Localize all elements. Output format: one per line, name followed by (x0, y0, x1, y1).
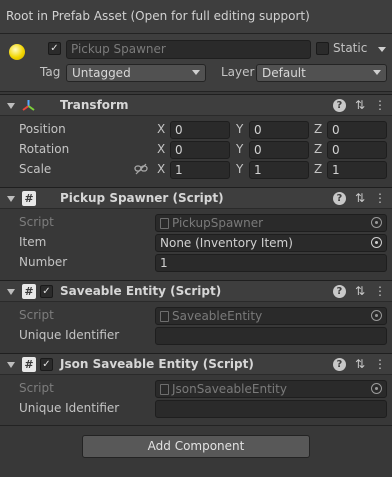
script-icon: # (22, 357, 36, 372)
object-picker-icon (371, 217, 382, 228)
rotation-label: Rotation (19, 142, 70, 156)
presets-icon[interactable]: ⇅ (355, 98, 365, 112)
help-icon[interactable]: ? (332, 285, 346, 298)
unique-identifier-label: Unique Identifier (19, 401, 120, 415)
axis-x-label: X (157, 122, 166, 136)
script-label: Script (19, 215, 54, 229)
more-icon[interactable]: ⋮ (374, 98, 386, 112)
layer-dropdown[interactable]: Default (256, 64, 387, 82)
help-icon[interactable]: ? (332, 358, 346, 371)
static-checkbox[interactable] (316, 42, 329, 55)
script-icon: # (22, 191, 36, 206)
unique-identifier-field[interactable] (155, 400, 387, 418)
axis-z-label: Z (314, 122, 323, 136)
gameobject-name-field[interactable]: Pickup Spawner (66, 40, 311, 59)
foldout-arrow-icon[interactable] (7, 196, 15, 202)
axis-x-label: X (157, 162, 166, 176)
rotation-x-field[interactable]: 0 (170, 141, 230, 159)
axis-x-label: X (157, 142, 166, 156)
gameobject-header: ✓ Pickup Spawner Static Tag Untagged Lay… (0, 34, 392, 92)
check-icon: ✓ (50, 42, 59, 54)
scale-y-field[interactable]: 1 (249, 161, 309, 179)
transform-icon (21, 99, 36, 112)
pickup-spawner-header[interactable]: # Pickup Spawner (Script) ? ⇅ ⋮ (0, 187, 392, 209)
transform-header[interactable]: Transform ? ⇅ ⋮ (0, 94, 392, 116)
help-icon[interactable]: ? (332, 99, 346, 112)
scale-label: Scale (19, 162, 52, 176)
script-file-icon (160, 311, 169, 322)
foldout-arrow-icon[interactable] (7, 103, 15, 109)
component-title: Saveable Entity (Script) (60, 284, 222, 298)
scale-x-field[interactable]: 1 (170, 161, 230, 179)
position-label: Position (19, 122, 66, 136)
enabled-checkbox[interactable]: ✓ (40, 358, 53, 371)
prefab-banner: Root in Prefab Asset (Open for full edit… (0, 0, 392, 34)
chevron-down-icon (373, 70, 381, 75)
rotation-y-field[interactable]: 0 (249, 141, 309, 159)
check-icon: ✓ (42, 358, 51, 370)
object-picker-icon (371, 383, 382, 394)
unique-identifier-field[interactable] (155, 327, 387, 345)
more-icon[interactable]: ⋮ (374, 357, 386, 371)
chevron-down-icon (192, 70, 200, 75)
static-dropdown-arrow[interactable] (378, 47, 386, 52)
position-z-field[interactable]: 0 (327, 121, 387, 139)
presets-icon[interactable]: ⇅ (355, 191, 365, 205)
check-icon: ✓ (42, 285, 51, 297)
constrain-proportions-icon[interactable] (134, 163, 148, 175)
presets-icon[interactable]: ⇅ (355, 357, 365, 371)
scale-z-field[interactable]: 1 (327, 161, 387, 179)
object-picker-icon (371, 310, 382, 321)
json-saveable-entity-header[interactable]: # ✓ Json Saveable Entity (Script) ? ⇅ ⋮ (0, 353, 392, 375)
script-field: JsonSaveableEntity (155, 380, 387, 398)
position-y-field[interactable]: 0 (249, 121, 309, 139)
script-file-icon (160, 384, 169, 395)
foldout-arrow-icon[interactable] (7, 289, 15, 295)
axis-y-label: Y (236, 142, 244, 156)
item-field[interactable]: None (Inventory Item) (155, 234, 387, 252)
component-title: Transform (60, 98, 129, 112)
active-checkbox[interactable]: ✓ (48, 42, 61, 55)
add-component-button[interactable]: Add Component (82, 435, 310, 458)
number-field[interactable]: 1 (155, 254, 387, 272)
unique-identifier-label: Unique Identifier (19, 328, 120, 342)
number-label: Number (19, 255, 68, 269)
axis-y-label: Y (236, 122, 244, 136)
component-title: Pickup Spawner (Script) (60, 191, 224, 205)
item-label: Item (19, 235, 47, 249)
layer-label: Layer (221, 65, 255, 79)
prefab-banner-text: Root in Prefab Asset (Open for full edit… (6, 9, 310, 23)
gameobject-icon (9, 44, 25, 60)
tag-dropdown[interactable]: Untagged (66, 64, 206, 82)
divider (0, 425, 392, 426)
tag-label: Tag (40, 65, 61, 79)
enabled-checkbox[interactable]: ✓ (40, 285, 53, 298)
axis-y-label: Y (236, 162, 244, 176)
axis-z-label: Z (314, 142, 323, 156)
static-label: Static (333, 41, 368, 55)
help-icon[interactable]: ? (332, 192, 346, 205)
foldout-arrow-icon[interactable] (7, 362, 15, 368)
rotation-z-field[interactable]: 0 (327, 141, 387, 159)
saveable-entity-header[interactable]: # ✓ Saveable Entity (Script) ? ⇅ ⋮ (0, 280, 392, 302)
script-file-icon (160, 218, 169, 229)
script-label: Script (19, 381, 54, 395)
script-label: Script (19, 308, 54, 322)
more-icon[interactable]: ⋮ (374, 284, 386, 298)
axis-z-label: Z (314, 162, 323, 176)
position-x-field[interactable]: 0 (170, 121, 230, 139)
component-title: Json Saveable Entity (Script) (60, 357, 254, 371)
presets-icon[interactable]: ⇅ (355, 284, 365, 298)
script-field: PickupSpawner (155, 214, 387, 232)
script-field: SaveableEntity (155, 307, 387, 325)
object-picker-icon[interactable] (371, 237, 382, 248)
script-icon: # (22, 284, 36, 299)
more-icon[interactable]: ⋮ (374, 191, 386, 205)
